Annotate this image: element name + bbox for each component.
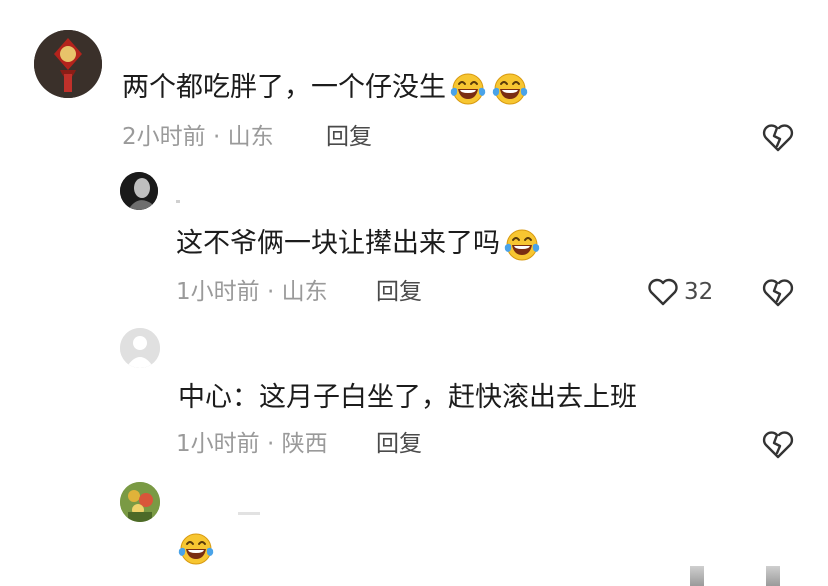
avatar[interactable]: [120, 482, 160, 522]
broken-heart-icon[interactable]: [762, 277, 794, 307]
comment-meta: 1小时前 · 山东: [176, 276, 328, 308]
comment-time: 1小时前: [176, 279, 260, 305]
laughing-tears-emoji: [176, 528, 216, 568]
avatar[interactable]: [120, 328, 160, 368]
comment-location: 山东: [227, 124, 274, 150]
avatar[interactable]: [34, 30, 102, 98]
meta-separator: ·: [259, 431, 282, 457]
comment-body: 中心：这月子白坐了，赶快滚出去上班: [178, 382, 637, 413]
laughing-tears-emoji: [502, 224, 542, 264]
username-placeholder: [176, 200, 180, 203]
comment-location: 山东: [281, 279, 328, 305]
comment-meta: 2小时前 · 山东: [122, 121, 274, 153]
comment-text: 两个都吃胖了，一个仔没生: [122, 68, 530, 108]
comment-time: 1小时前: [176, 431, 260, 457]
heart-outline-icon[interactable]: [646, 277, 680, 307]
reply-button[interactable]: 回复: [326, 121, 372, 153]
broken-heart-icon[interactable]: [762, 429, 794, 459]
like-count: 32: [684, 279, 714, 305]
comment-body: 两个都吃胖了，一个仔没生: [122, 72, 446, 103]
reply-button[interactable]: 回复: [376, 428, 422, 460]
comment-location: 陕西: [281, 431, 328, 457]
scroll-artifact: [766, 566, 780, 586]
scroll-artifact: [690, 566, 704, 586]
comment-text: 这不爷俩一块让撵出来了吗: [176, 224, 542, 264]
avatar[interactable]: [120, 172, 158, 210]
laughing-tears-emoji: [448, 68, 488, 108]
broken-heart-icon[interactable]: [762, 122, 794, 152]
meta-separator: ·: [205, 124, 228, 150]
laughing-tears-emoji: [490, 68, 530, 108]
meta-separator: ·: [259, 279, 282, 305]
comment-text: 中心：这月子白坐了，赶快滚出去上班: [178, 378, 637, 418]
comment-meta: 1小时前 · 陕西: [176, 428, 328, 460]
comment-body: 这不爷俩一块让撵出来了吗: [176, 228, 500, 259]
username-placeholder: [238, 512, 260, 515]
reply-button[interactable]: 回复: [376, 276, 422, 308]
comment-time: 2小时前: [122, 124, 206, 150]
